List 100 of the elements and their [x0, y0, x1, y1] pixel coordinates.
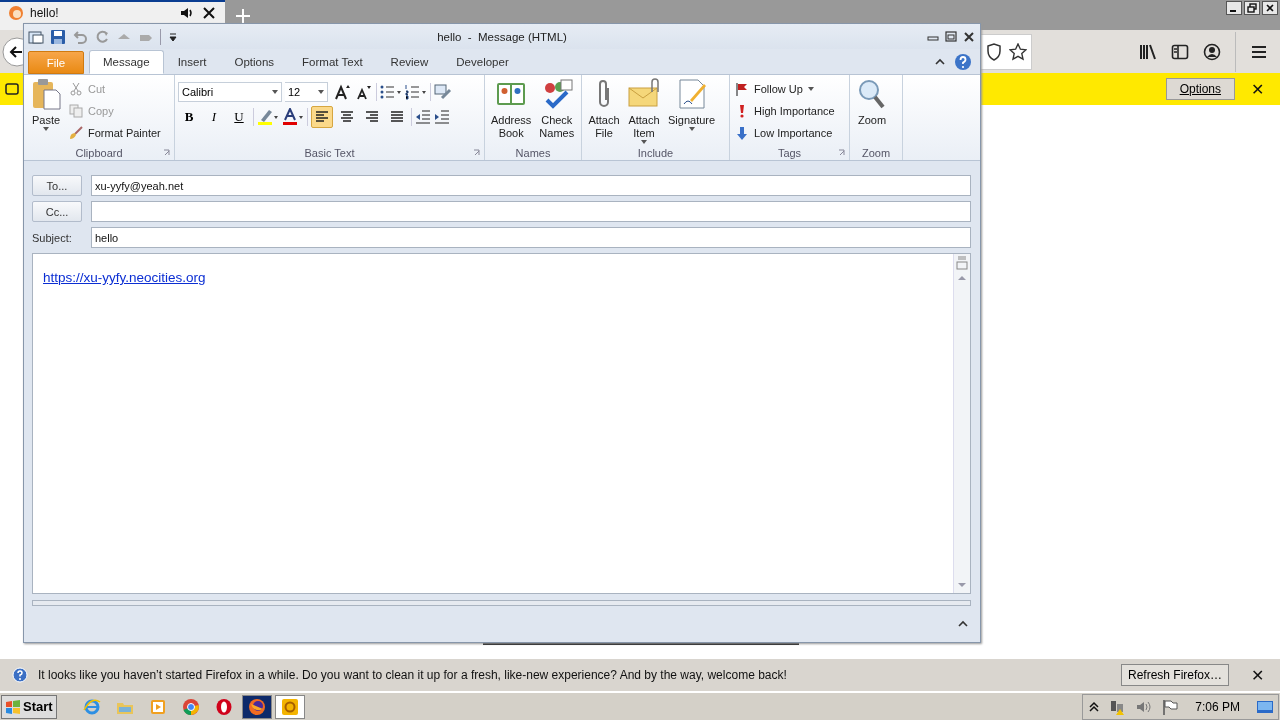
numbering-icon[interactable]: [405, 83, 427, 101]
close-button[interactable]: ✕: [1247, 665, 1268, 685]
caret-icon[interactable]: [272, 90, 278, 94]
mail-app-icon: [280, 697, 299, 716]
minimize-icon[interactable]: [1226, 1, 1242, 15]
flag-icon[interactable]: [1161, 697, 1180, 716]
group-label: Names: [515, 146, 551, 159]
taskbar-app[interactable]: [241, 694, 272, 719]
close-button[interactable]: ✕: [1247, 79, 1268, 99]
dialog-launcher-icon[interactable]: [473, 149, 481, 157]
windows-logo-icon: [5, 698, 21, 715]
align-button[interactable]: [311, 106, 333, 128]
globe-e-icon: [82, 697, 101, 716]
close-icon[interactable]: [962, 29, 976, 44]
increase-indent-icon[interactable]: [434, 109, 450, 125]
caret-icon: [641, 140, 647, 144]
group-label: Tags: [777, 146, 802, 159]
ribbon-tab[interactable]: Insert: [163, 50, 221, 74]
play-icon: [148, 697, 167, 716]
ribbon-button[interactable]: Attach Item: [625, 78, 663, 144]
browser-tab[interactable]: hello!: [0, 0, 225, 23]
caret-icon: [807, 87, 814, 91]
align-left-icon: [315, 110, 329, 124]
close-icon[interactable]: [1262, 1, 1278, 15]
help-icon: [12, 667, 28, 683]
save-icon[interactable]: [50, 28, 66, 45]
caret-icon: [688, 127, 695, 131]
envelope-clip-icon: [628, 78, 660, 110]
cc-button[interactable]: Cc...: [32, 201, 82, 222]
group-label: Zoom: [861, 146, 891, 159]
new-tab-icon[interactable]: [235, 8, 251, 24]
ribbon-tab[interactable]: Message: [89, 50, 164, 74]
account-icon[interactable]: [1203, 42, 1221, 61]
format-style-button[interactable]: U: [228, 106, 250, 128]
zoom-button[interactable]: Zoom: [853, 78, 891, 127]
brush-icon: [69, 126, 83, 140]
font-size-field[interactable]: 12: [285, 82, 328, 102]
chrome-icon: [181, 697, 200, 716]
ribbon-tab[interactable]: Developer: [442, 50, 523, 74]
maximize-icon[interactable]: [944, 29, 958, 44]
tag-item[interactable]: High Importance: [733, 100, 837, 122]
font-name-field[interactable]: Calibri: [178, 82, 282, 102]
scissors-icon: [69, 82, 83, 96]
to-button[interactable]: To...: [32, 175, 82, 196]
window-title: hello - Message (HTML): [437, 30, 567, 43]
align-center-icon: [340, 110, 354, 124]
dialog-launcher-icon[interactable]: [163, 149, 171, 157]
font-size: 12: [288, 86, 301, 98]
subject-field[interactable]: hello: [91, 227, 971, 248]
refresh-button[interactable]: Refresh Firefox…: [1120, 664, 1229, 686]
cc-field[interactable]: [91, 201, 971, 222]
to-field[interactable]: xu-yyfy@yeah.net: [91, 175, 971, 196]
close-icon[interactable]: [201, 4, 217, 21]
paste-button[interactable]: Paste: [27, 78, 65, 131]
grow-font-icon[interactable]: [334, 83, 352, 101]
help-icon[interactable]: [954, 52, 972, 71]
scrollbar[interactable]: [953, 254, 970, 593]
customize-caret-icon[interactable]: [167, 30, 179, 43]
sidebar-icon[interactable]: [1171, 42, 1189, 61]
clock-time[interactable]: 7:06 PM: [1195, 699, 1240, 714]
tag-item[interactable]: Follow Up: [733, 78, 837, 100]
ribbon-button[interactable]: Address Book: [488, 78, 535, 140]
tag-item[interactable]: Low Importance: [733, 122, 837, 144]
ribbon-button[interactable]: Check Names: [536, 78, 578, 140]
ribbon-button[interactable]: Signature: [665, 78, 719, 131]
ribbon-button[interactable]: Attach File: [585, 78, 623, 140]
tab-title: hello!: [30, 5, 60, 20]
link[interactable]: https://xu-yyfy.neocities.org: [43, 270, 206, 285]
group-label: Basic Text: [304, 146, 355, 159]
library-icon[interactable]: [1139, 42, 1157, 61]
font-color-icon[interactable]: [282, 108, 304, 126]
shrink-font-icon[interactable]: [355, 83, 373, 101]
bullets-icon[interactable]: [380, 83, 402, 101]
mail-app-icon[interactable]: [28, 28, 44, 45]
ribbon-tab[interactable]: Format Text: [288, 50, 377, 74]
opera-icon: [214, 697, 233, 716]
start-button[interactable]: Start: [1, 694, 57, 719]
format-style-button[interactable]: I: [203, 106, 225, 128]
copy-icon: [69, 104, 83, 118]
format-style-button[interactable]: B: [178, 106, 200, 128]
shield-icon[interactable]: [985, 42, 1003, 61]
caret-icon[interactable]: [318, 90, 324, 94]
url-bar[interactable]: [981, 33, 1032, 70]
group-label: Clipboard: [75, 146, 123, 159]
clipboard-item[interactable]: Format Painter: [67, 122, 163, 144]
dialog-launcher-icon[interactable]: [838, 149, 846, 157]
message-body[interactable]: https://xu-yyfy.neocities.org: [32, 253, 971, 594]
window-controls[interactable]: [1226, 1, 1278, 15]
ribbon-tab[interactable]: Options: [220, 50, 289, 74]
decrease-indent-icon[interactable]: [415, 109, 431, 125]
notification-message: It looks like you haven’t started Firefox in a while. Do you want to clean it up for a fresh, like-new experience? And by the way, welcome back!: [38, 668, 787, 682]
star-icon[interactable]: [1009, 42, 1027, 61]
group-label: Include: [637, 146, 674, 159]
restore-icon[interactable]: [1244, 1, 1260, 15]
taskbar-app[interactable]: [274, 694, 305, 719]
fire-icon: [8, 4, 24, 21]
back-icon[interactable]: [2, 36, 23, 67]
ribbon-tab[interactable]: Review: [376, 50, 443, 74]
options-button[interactable]: Options: [1165, 78, 1235, 100]
styles-icon[interactable]: [434, 83, 452, 101]
